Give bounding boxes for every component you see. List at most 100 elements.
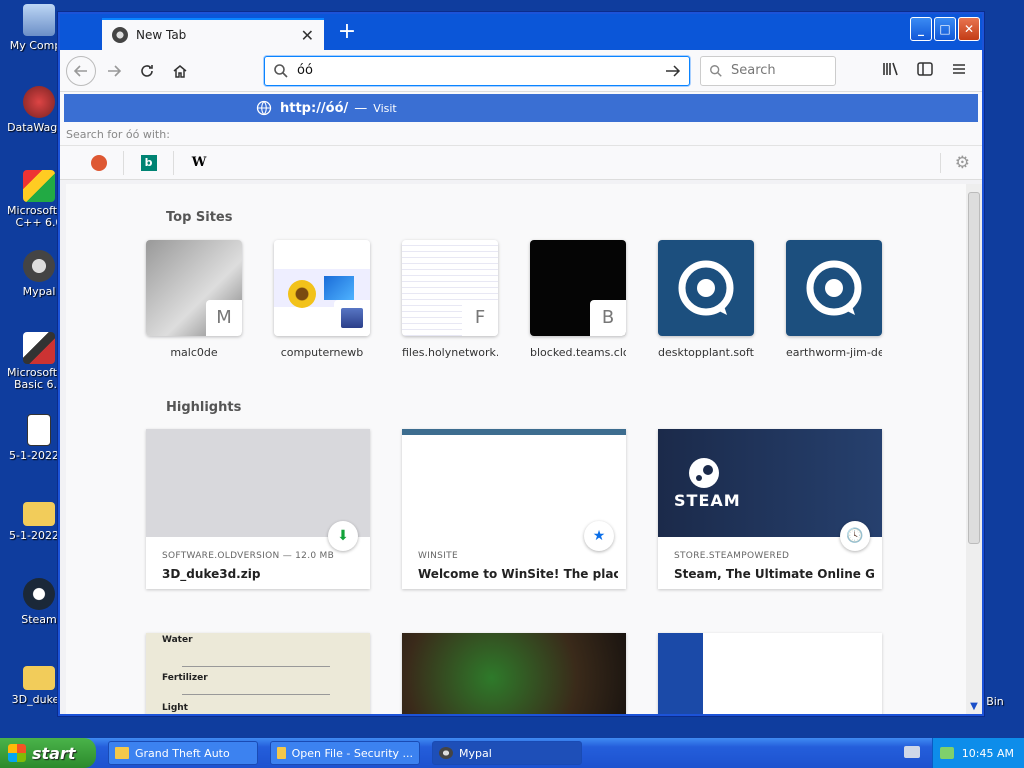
engine-bing[interactable]: b: [124, 150, 174, 175]
steam-logo-text: STEAM: [674, 491, 741, 510]
library-icon[interactable]: [882, 61, 900, 81]
engine-duckduckgo[interactable]: [74, 150, 124, 175]
chat-bubble-icon: [678, 260, 734, 316]
site-letter: [334, 300, 370, 336]
back-arrow-icon: [73, 64, 87, 77]
highlight-card[interactable]: [658, 633, 882, 714]
taskbar-item[interactable]: Mypal: [432, 741, 582, 765]
title-bar[interactable]: New Tab ✕ + _ □ ✕: [60, 14, 982, 50]
star-icon: ★: [584, 521, 614, 551]
search-for-label: Search for óó with:: [60, 124, 982, 146]
highlight-card[interactable]: Water Fertilizer Light: [146, 633, 370, 714]
highlight-source: STORE.STEAMPOWERED: [674, 551, 790, 561]
site-thumbnail: [274, 240, 370, 336]
back-button[interactable]: [66, 55, 96, 86]
document-icon: [27, 414, 51, 446]
highlight-title: Welcome to WinSite! The place ...: [418, 567, 618, 581]
thumb-slider: [182, 687, 330, 695]
close-tab-icon[interactable]: ✕: [301, 26, 314, 45]
top-site-tile[interactable]: F files.holynetwork...: [402, 240, 498, 359]
url-suggestions: http://óó/ — Visit: [60, 92, 982, 124]
top-site-tile[interactable]: desktopplant.soft...: [658, 240, 754, 359]
mypal-icon: [439, 747, 453, 759]
highlight-card[interactable]: ⬇ SOFTWARE.OLDVERSION — 12.0 MB 3D_duke3…: [146, 429, 370, 589]
engine-wikipedia[interactable]: W: [174, 151, 224, 175]
suggestion-url: http://óó/: [280, 100, 349, 116]
network-icon[interactable]: [939, 747, 954, 759]
scrollbar-thumb[interactable]: [968, 192, 980, 544]
site-name: earthworm-jim-de...: [786, 346, 882, 359]
chat-bubble-icon: [806, 260, 862, 316]
highlight-card[interactable]: ★ WINSITE Welcome to WinSite! The place …: [402, 429, 626, 589]
site-name: blocked.teams.clo...: [530, 346, 626, 359]
highlight-source: SOFTWARE.OLDVERSION — 12.0 MB: [162, 551, 335, 561]
menu-icon[interactable]: [950, 61, 968, 81]
wikipedia-icon: W: [191, 155, 207, 170]
taskbar-item[interactable]: Grand Theft Auto: [108, 741, 258, 765]
maximize-button[interactable]: □: [934, 17, 956, 41]
folder-icon: [23, 502, 55, 526]
globe-icon: [256, 100, 272, 116]
taskbar-item-label: Mypal: [459, 746, 492, 760]
site-thumbnail: [658, 240, 754, 336]
highlight-card[interactable]: STEAM 🕓 STORE.STEAMPOWERED Steam, The Ul…: [658, 429, 882, 589]
sunflower-icon: [288, 280, 316, 308]
datawagon-icon: [23, 86, 55, 118]
bing-icon: b: [140, 154, 157, 171]
highlight-title: 3D_duke3d.zip: [162, 567, 261, 581]
taskbar-item-label: Grand Theft Auto: [135, 746, 230, 760]
window-controls: _ □ ✕: [910, 17, 980, 41]
top-site-tile[interactable]: earthworm-jim-de...: [786, 240, 882, 359]
site-thumbnail: F: [402, 240, 498, 336]
tab-new-tab[interactable]: New Tab ✕: [102, 18, 324, 50]
new-tab-page: Top Sites M malc0de computernewb F files…: [66, 184, 966, 714]
site-thumbnail: [786, 240, 882, 336]
search-bar[interactable]: Search: [700, 55, 836, 86]
search-icon: [274, 63, 288, 78]
top-site-tile[interactable]: M malc0de: [146, 240, 242, 359]
new-tab-button[interactable]: +: [332, 18, 362, 48]
highlight-image: ★: [402, 429, 626, 551]
taskbar-item[interactable]: Open File - Security ...: [270, 741, 420, 765]
tab-title: New Tab: [136, 28, 187, 42]
highlight-source: WINSITE: [418, 551, 458, 561]
top-site-tile[interactable]: computernewb: [274, 240, 370, 359]
scroll-down-icon[interactable]: ▼: [966, 701, 982, 712]
home-button[interactable]: [165, 56, 195, 86]
mypal-icon: [112, 27, 128, 43]
site-name: malc0de: [170, 346, 218, 359]
page-scrollbar[interactable]: ▼: [966, 184, 982, 714]
browser-window: New Tab ✕ + _ □ ✕ óó Search http://óó/ —…: [58, 12, 984, 716]
folder-icon: [23, 666, 55, 690]
site-thumbnail: M: [146, 240, 242, 336]
thumb-label-fertilizer: Fertilizer: [162, 673, 208, 683]
highlight-image: ⬇: [146, 429, 370, 551]
go-arrow-icon[interactable]: [665, 63, 681, 79]
url-input-value[interactable]: óó: [297, 63, 665, 78]
start-button[interactable]: start: [0, 738, 96, 768]
start-label: start: [32, 743, 76, 763]
top-site-tile[interactable]: B blocked.teams.clo...: [530, 240, 626, 359]
gear-icon[interactable]: ⚙: [939, 152, 970, 173]
toolbar-right: [882, 61, 976, 81]
minimize-button[interactable]: _: [910, 17, 932, 41]
suggestion-visit-row[interactable]: http://óó/ — Visit: [64, 94, 978, 122]
navigation-toolbar: óó Search: [60, 50, 982, 92]
duckduckgo-icon: [90, 154, 107, 171]
taskbar-item-label: Open File - Security ...: [291, 746, 413, 760]
sidebar-icon[interactable]: [916, 61, 934, 81]
forward-button[interactable]: [99, 56, 129, 86]
site-thumbnail: B: [530, 240, 626, 336]
home-icon: [173, 64, 187, 78]
keyboard-icon[interactable]: [904, 746, 920, 758]
folder-icon: [115, 747, 129, 759]
site-name: desktopplant.soft...: [658, 346, 754, 359]
clock[interactable]: 10:45 AM: [962, 747, 1014, 760]
url-bar[interactable]: óó: [264, 55, 690, 86]
site-letter: B: [590, 300, 626, 336]
close-button[interactable]: ✕: [958, 17, 980, 41]
highlight-card[interactable]: [402, 633, 626, 714]
visual-cpp-icon: [23, 170, 55, 202]
raccoon-icon: [23, 250, 55, 282]
reload-button[interactable]: [132, 56, 162, 86]
